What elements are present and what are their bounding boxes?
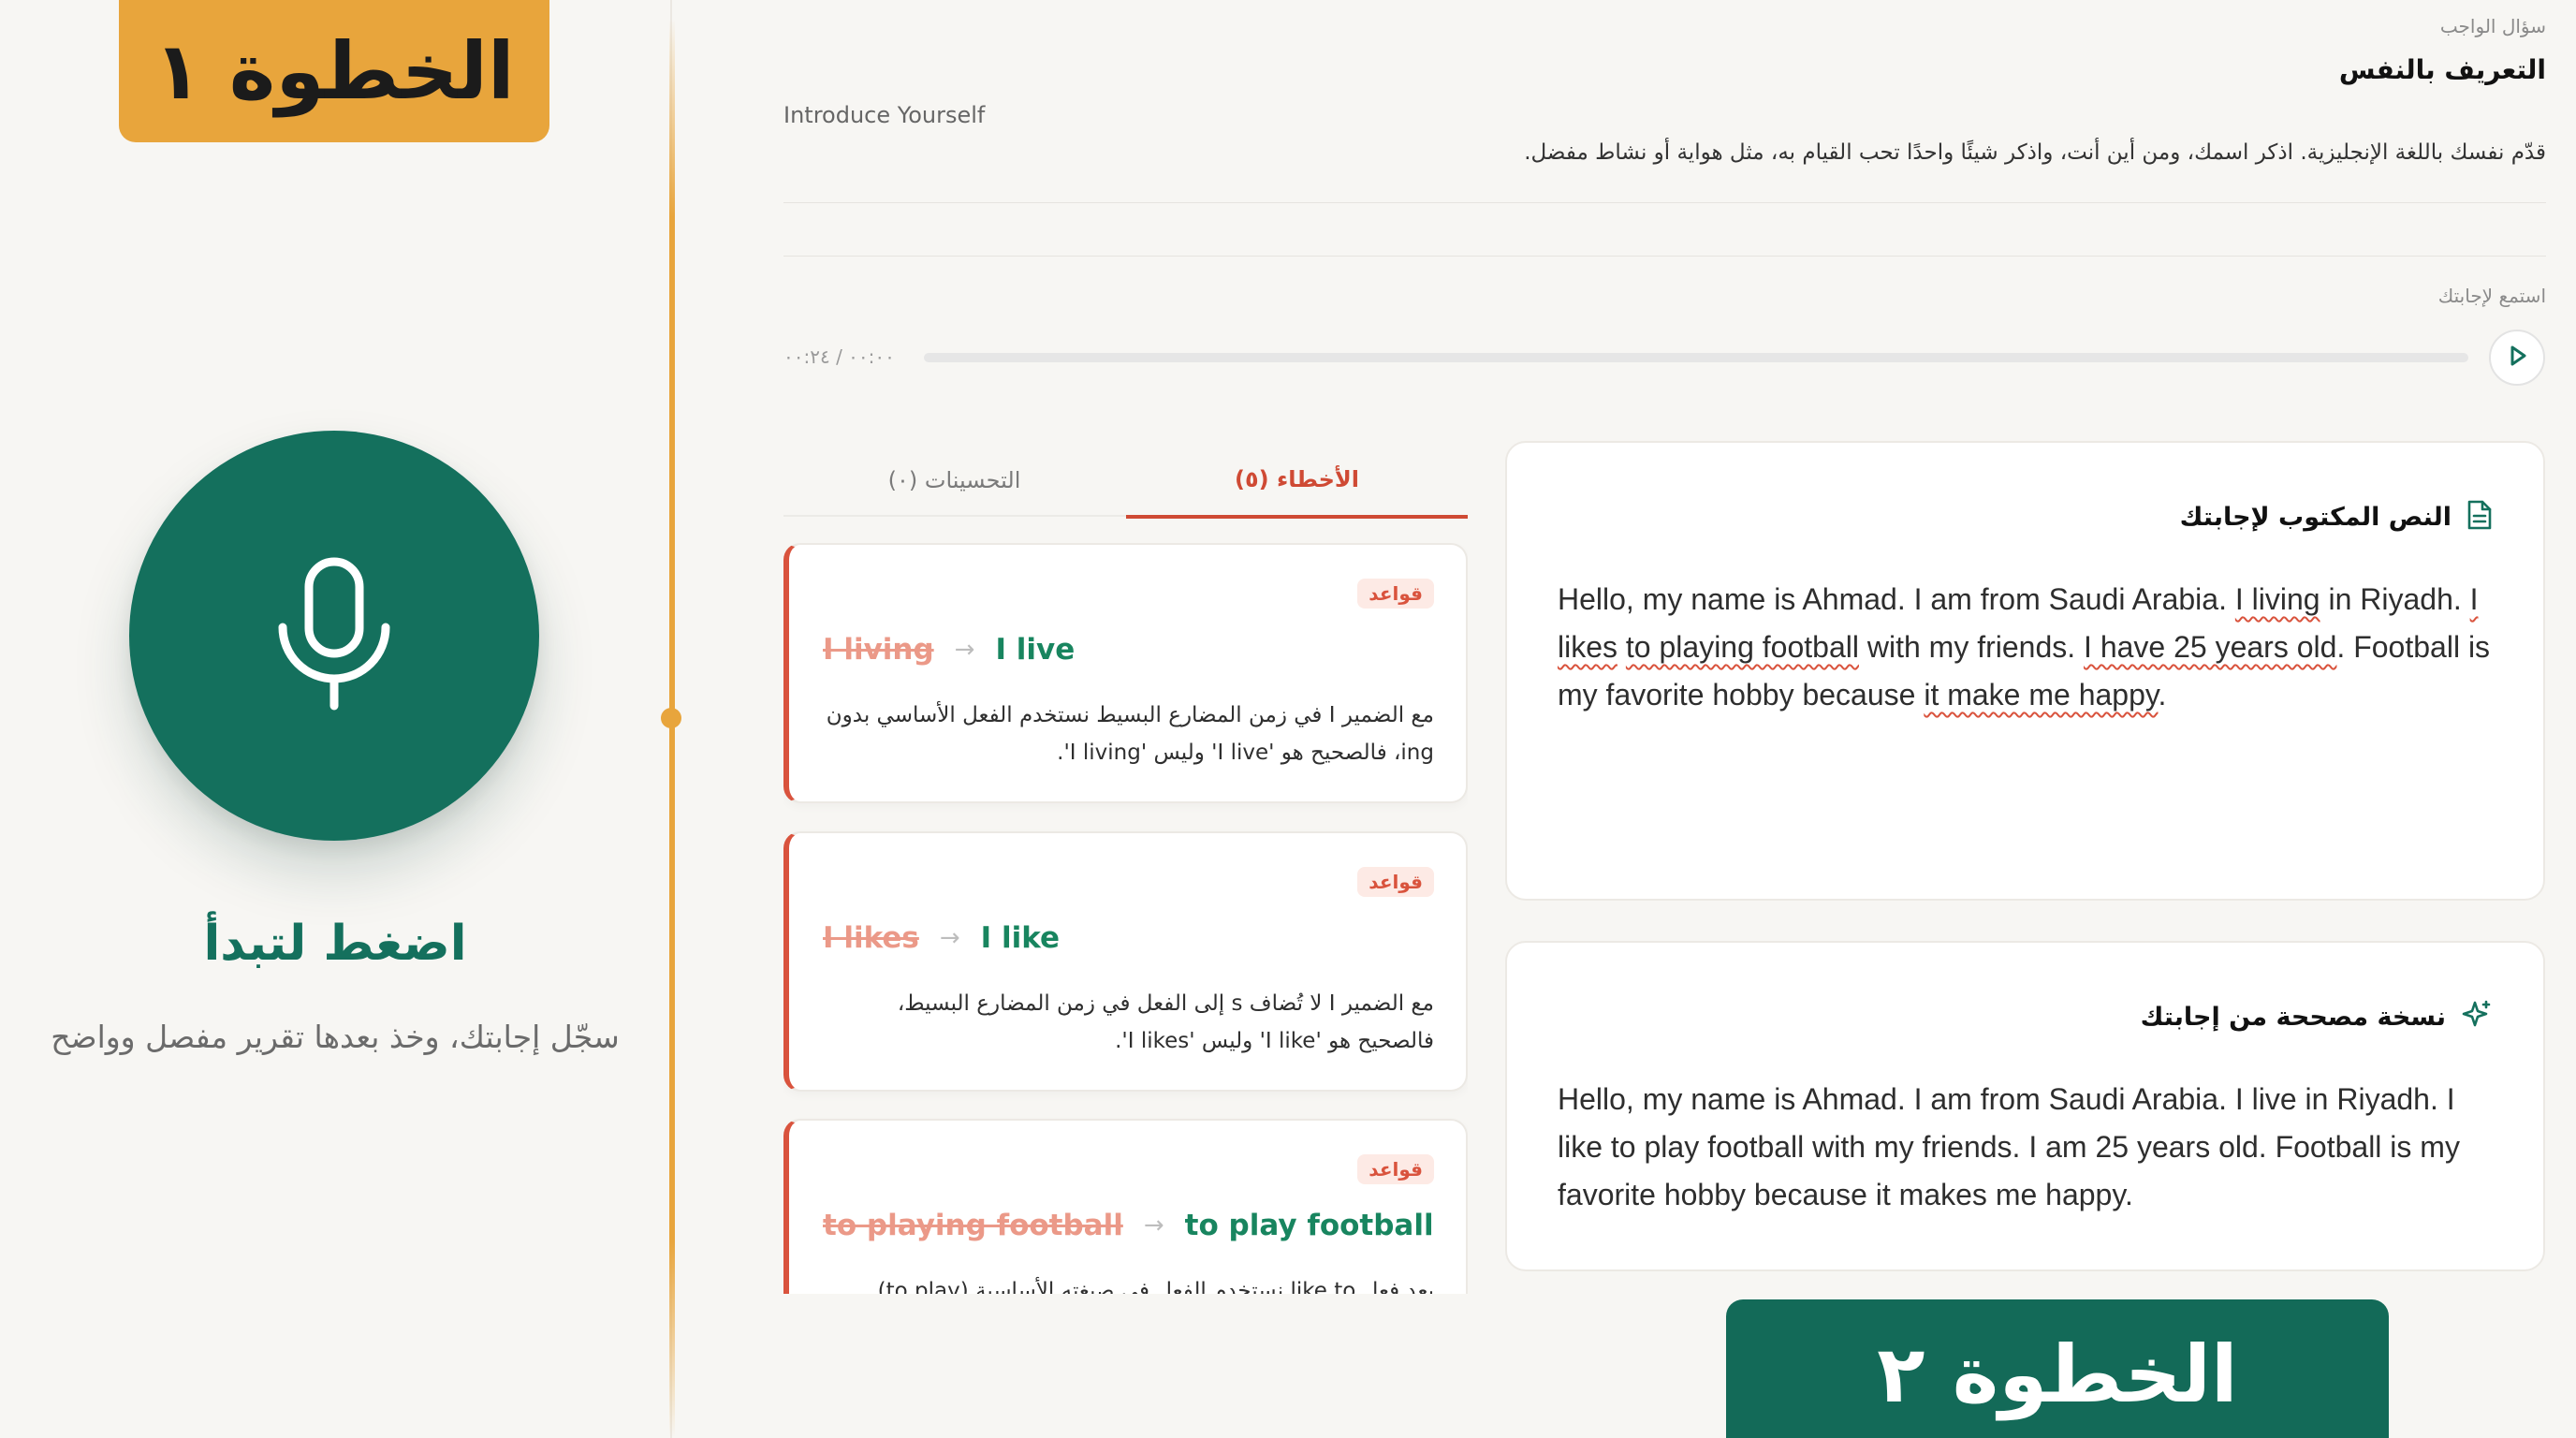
mistake-type-badge: قواعد [1357, 1154, 1434, 1184]
mistakes-list[interactable]: قواعد I living → I live مع الضمير I في ز… [783, 543, 1468, 1294]
transcript-segment: with my friends. [1858, 630, 2085, 664]
wrong-phrase: I likes [823, 921, 919, 955]
transcript-header: النص المكتوب لإجابتك [2180, 499, 2493, 535]
microphone-icon [273, 554, 395, 717]
corrected-title: نسخة مصححة من إجابتك [2140, 1002, 2446, 1032]
feedback-tabs: التحسينات (٠) الأخطاء (٥) [783, 444, 1468, 519]
wrong-phrase: to playing football [823, 1209, 1123, 1242]
corrected-header: نسخة مصححة من إجابتك [2141, 999, 2493, 1034]
record-title: اضغط لتبدأ [203, 916, 467, 972]
mistake-explanation: مع الضمير I في زمن المضارع البسيط نستخدم… [826, 703, 1434, 765]
mistake-type-badge: قواعد [1357, 867, 1434, 897]
arrow-right-icon: → [954, 636, 975, 664]
arrow-right-icon: → [1143, 1211, 1164, 1240]
corrected-text: Hello, my name is Ahmad. I am from Saudi… [1558, 1082, 2460, 1211]
wrong-phrase: I living [823, 633, 934, 667]
question-description: قدّم نفسك باللغة الإنجليزية. اذكر اسمك، … [1524, 140, 2546, 165]
record-subtitle: سجّل إجابتك، وخذ بعدها تقرير مفصل وواضح [51, 1019, 620, 1055]
audio-label: استمع لإجابتك [2437, 285, 2546, 307]
correct-phrase: I live [995, 633, 1076, 667]
transcript-error-phrase[interactable]: to playing football [1626, 630, 1859, 664]
transcript-card: النص المكتوب لإجابتك Hello, my name is A… [1505, 441, 2545, 901]
mistake-correction: to playing football → to play football [823, 1209, 1434, 1242]
play-button[interactable] [2489, 330, 2545, 386]
mistake-type-badge: قواعد [1357, 579, 1434, 609]
transcript-segment: . [2158, 678, 2167, 712]
transcript-title: النص المكتوب لإجابتك [2179, 502, 2452, 532]
mistake-card: قواعد I likes → I like مع الضمير I لا تُ… [783, 831, 1468, 1092]
arrow-right-icon: → [939, 924, 960, 952]
transcript-segment: Hello, my name is Ahmad. I am from Saudi… [1558, 582, 2235, 616]
tab-mistakes[interactable]: الأخطاء (٥) [1126, 444, 1468, 519]
record-panel: الخطوة ١ اضغط لتبدأ سجّل إجابتك، وخذ بعد… [0, 0, 670, 1438]
sparkle-icon [2461, 999, 2493, 1034]
step-1-badge: الخطوة ١ [119, 0, 549, 142]
correct-phrase: to play football [1184, 1209, 1434, 1242]
corrected-card: نسخة مصححة من إجابتك Hello, my name is A… [1505, 941, 2545, 1271]
correct-phrase: I like [980, 921, 1061, 955]
transcript-error-phrase[interactable]: I living [2235, 582, 2320, 616]
divider [783, 256, 2546, 257]
mistake-explanation: مع الضمير I لا تُضاف s إلى الفعل في زمن … [897, 991, 1434, 1053]
question-title: التعريف بالنفس [2338, 54, 2546, 85]
play-icon [2505, 344, 2529, 372]
audio-progress-bar[interactable] [924, 353, 2468, 362]
transcript-error-phrase[interactable]: I have 25 years old [2084, 630, 2336, 664]
question-label: سؤال الواجب [2439, 15, 2546, 37]
mistake-card: قواعد I living → I live مع الضمير I في ز… [783, 543, 1468, 803]
transcript-error-phrase[interactable]: it make me happy [1924, 678, 2158, 712]
step-2-badge: الخطوة ٢ [1726, 1299, 2389, 1438]
divider [783, 202, 2546, 203]
record-button[interactable] [129, 431, 539, 841]
mistake-correction: I living → I live [823, 633, 1075, 667]
document-icon [2466, 499, 2493, 535]
transcript-segment: in Riyadh. [2320, 582, 2470, 616]
transcript-text: Hello, my name is Ahmad. I am from Saudi… [1558, 576, 2494, 719]
question-english-title: Introduce Yourself [783, 102, 986, 128]
mistake-explanation: بعد فعل like to نستخدم الفعل في صيغته ال… [877, 1279, 1434, 1294]
mistake-correction: I likes → I like [823, 921, 1060, 955]
mistake-card: قواعد to playing football → to play foot… [783, 1119, 1468, 1294]
transcript-segment [1617, 630, 1626, 664]
audio-time: ٠٠:٠٠ / ٠٠:٢٤ [783, 345, 895, 368]
tab-improvements[interactable]: التحسينات (٠) [783, 444, 1125, 517]
